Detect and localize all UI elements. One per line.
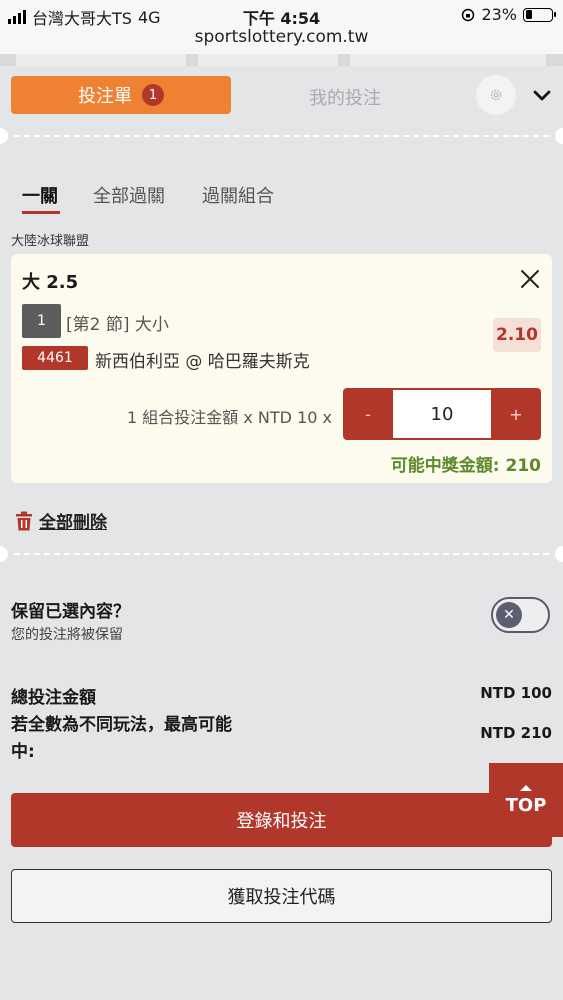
keep-selection-title: 保留已選內容？ (11, 602, 130, 622)
toggle-off-icon: ✕ (496, 602, 522, 628)
potential-payout: 可能中獎金額: 210 (390, 456, 541, 476)
period-number: 1 (22, 304, 61, 338)
odds-badge: 2.10 (493, 318, 541, 352)
section-divider (0, 546, 563, 562)
increase-stake-button[interactable]: + (491, 388, 541, 440)
total-stake-label: 總投注金額 (11, 688, 96, 708)
market-description: [第2 節] 大小 (66, 315, 169, 335)
back-to-top-button[interactable]: TOP (489, 763, 563, 837)
bet-card: 大 2.5 1 [第2 節] 大小 2.10 4461 新西伯利亞 @ 哈巴羅夫… (11, 254, 552, 483)
battery-icon (523, 7, 556, 22)
get-bet-code-button[interactable]: 獲取投注代碼 (11, 869, 552, 923)
betslip-count-badge: 1 (142, 84, 164, 106)
trash-icon (16, 511, 32, 530)
tab-betslip-label: 投注單 (78, 86, 132, 107)
delete-all-label: 全部刪除 (39, 513, 107, 533)
keep-selection-subtitle: 您的投注將被保留 (11, 627, 123, 643)
active-tab-indicator (22, 211, 60, 214)
tab-single[interactable]: 一關 (22, 182, 58, 208)
battery-percent: 23% (481, 5, 517, 24)
max-payout-label-line1: 若全數為不同玩法，最高可能 (11, 715, 232, 735)
section-divider (0, 128, 563, 144)
tab-my-bets[interactable]: 我的投注 (270, 84, 420, 110)
stake-input[interactable] (393, 390, 491, 438)
tab-all-parlay[interactable]: 全部過關 (93, 182, 165, 208)
bet-selection-title: 大 2.5 (22, 272, 79, 293)
gear-icon (490, 89, 502, 101)
background-nav-strip (0, 54, 563, 66)
stake-stepper: - + (343, 388, 541, 440)
stake-label: 1 組合投注金額 x NTD 10 x (127, 408, 332, 427)
login-and-bet-button[interactable]: 登錄和投注 (11, 793, 552, 847)
keep-selection-toggle[interactable]: ✕ (491, 597, 550, 633)
chevron-down-icon[interactable] (530, 83, 554, 107)
settings-button[interactable] (476, 75, 516, 115)
match-name: 新西伯利亞 @ 哈巴羅夫斯克 (95, 352, 310, 372)
url-bar[interactable]: sportslottery.com.tw (0, 27, 563, 47)
total-stake-value: NTD 100 (480, 684, 552, 702)
tab-parlay-combo[interactable]: 過關組合 (202, 182, 274, 208)
league-name: 大陸冰球聯盟 (11, 234, 90, 249)
rotation-lock-icon (462, 8, 475, 21)
status-bar: 台灣大哥大TS 4G 下午 4:54 sportslottery.com.tw … (0, 0, 563, 54)
tab-betslip[interactable]: 投注單 1 (11, 76, 231, 114)
max-payout-value: NTD 210 (480, 724, 552, 742)
battery-group: 23% (461, 5, 556, 24)
delete-all-button[interactable]: 全部刪除 (15, 508, 107, 533)
match-code: 4461 (22, 346, 88, 370)
back-to-top-label: TOP (505, 794, 547, 816)
close-icon[interactable] (519, 268, 541, 290)
decrease-stake-button[interactable]: - (343, 388, 393, 440)
arrow-up-icon (520, 784, 532, 791)
max-payout-label-line2: 中: (11, 742, 35, 762)
